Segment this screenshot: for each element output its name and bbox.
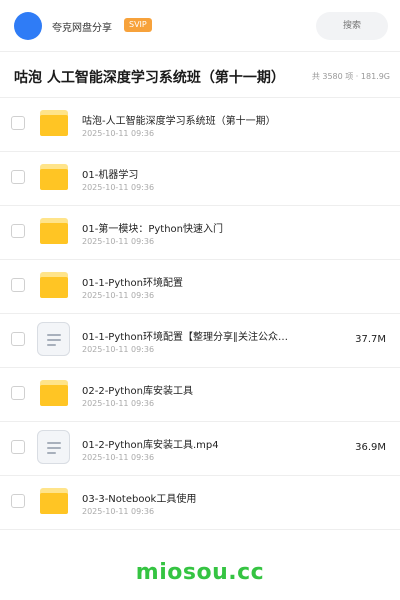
item-checkbox[interactable]: [11, 170, 25, 184]
item-size: 36.9M: [355, 442, 386, 453]
item-checkbox[interactable]: [11, 224, 25, 238]
folder-icon: [40, 380, 68, 406]
watermark: miosou.cc: [135, 560, 265, 585]
svip-badge: SVIP: [124, 18, 152, 32]
list-item[interactable]: 咕泡-人工智能深度学习系统班（第十一期） 2025-10-11 09:36: [0, 98, 400, 152]
list-item[interactable]: 01-第一模块：Python快速入门 2025-10-11 09:36: [0, 206, 400, 260]
title-bar: 咕泡 人工智能深度学习系统班（第十一期） 共 3580 项 · 181.9G: [0, 52, 400, 98]
folder-icon: [40, 488, 68, 514]
item-date: 2025-10-11 09:36: [82, 507, 155, 516]
username[interactable]: 夸克网盘分享: [52, 19, 112, 34]
item-checkbox[interactable]: [11, 440, 25, 454]
item-name[interactable]: 01-1-Python环境配置: [82, 274, 183, 289]
folder-icon: [40, 164, 68, 190]
page-title: 咕泡 人工智能深度学习系统班（第十一期）: [14, 70, 285, 86]
avatar[interactable]: [14, 12, 42, 40]
item-date: 2025-10-11 09:36: [82, 237, 155, 246]
item-stats: 共 3580 项 · 181.9G: [311, 72, 390, 81]
document-icon: [37, 430, 70, 464]
item-name[interactable]: 01-1-Python环境配置【整理分享∥关注公众…: [82, 328, 288, 343]
folder-icon: [40, 272, 68, 298]
item-checkbox[interactable]: [11, 494, 25, 508]
item-date: 2025-10-11 09:36: [82, 183, 155, 192]
document-icon: [37, 322, 70, 356]
list-item[interactable]: 02-2-Python库安装工具 2025-10-11 09:36: [0, 368, 400, 422]
item-name[interactable]: 01-第一模块：Python快速入门: [82, 220, 223, 235]
item-size: 37.7M: [355, 334, 386, 345]
item-date: 2025-10-11 09:36: [82, 345, 155, 354]
folder-icon: [40, 218, 68, 244]
item-name[interactable]: 01-机器学习: [82, 166, 138, 181]
item-checkbox[interactable]: [11, 332, 25, 346]
list-item[interactable]: 01-1-Python环境配置 2025-10-11 09:36: [0, 260, 400, 314]
list-item[interactable]: 01-1-Python环境配置【整理分享∥关注公众… 2025-10-11 09:…: [0, 314, 400, 368]
item-date: 2025-10-11 09:36: [82, 129, 155, 138]
item-date: 2025-10-11 09:36: [82, 399, 155, 408]
item-date: 2025-10-11 09:36: [82, 453, 155, 462]
list-item[interactable]: 01-2-Python库安装工具.mp4 2025-10-11 09:36 36.9…: [0, 422, 400, 476]
folder-icon: [40, 110, 68, 136]
item-name[interactable]: 02-2-Python库安装工具: [82, 382, 193, 397]
item-name[interactable]: 03-3-Notebook工具使用: [82, 490, 196, 505]
item-name[interactable]: 01-2-Python库安装工具.mp4: [82, 436, 219, 451]
header: 夸克网盘分享 SVIP: [0, 0, 400, 52]
search-input[interactable]: [316, 12, 388, 40]
list-item[interactable]: 01-机器学习 2025-10-11 09:36: [0, 152, 400, 206]
item-checkbox[interactable]: [11, 278, 25, 292]
list-item[interactable]: 03-3-Notebook工具使用 2025-10-11 09:36: [0, 476, 400, 530]
item-name[interactable]: 咕泡-人工智能深度学习系统班（第十一期）: [82, 112, 276, 127]
item-date: 2025-10-11 09:36: [82, 291, 155, 300]
item-checkbox[interactable]: [11, 386, 25, 400]
file-list: 咕泡-人工智能深度学习系统班（第十一期） 2025-10-11 09:36 01-机…: [0, 98, 400, 530]
item-checkbox[interactable]: [11, 116, 25, 130]
